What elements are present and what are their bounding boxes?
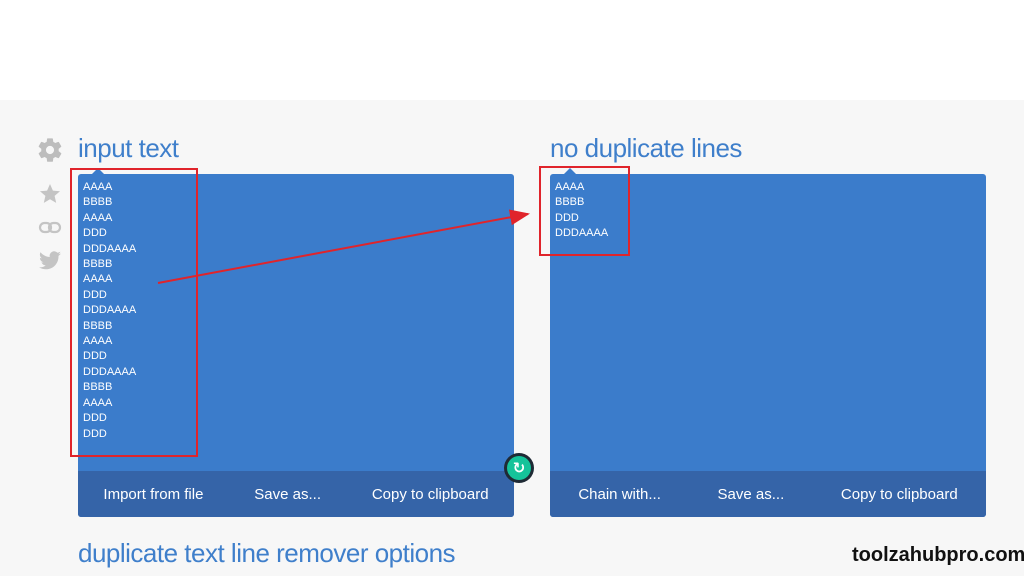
options-heading: duplicate text line remover options (78, 538, 456, 568)
input-title: input text (78, 133, 179, 163)
twitter-icon[interactable] (36, 250, 64, 272)
input-save-as-button[interactable]: Save as... (248, 486, 327, 503)
input-highlight-box (70, 168, 198, 457)
grammarly-icon[interactable]: ↻ (504, 453, 534, 483)
output-save-as-button[interactable]: Save as... (712, 486, 791, 503)
import-from-file-button[interactable]: Import from file (97, 486, 209, 503)
link-icon[interactable] (36, 218, 64, 238)
gear-icon[interactable] (36, 136, 64, 164)
star-icon[interactable] (36, 182, 64, 206)
output-title: no duplicate lines (550, 133, 742, 163)
output-copy-button[interactable]: Copy to clipboard (835, 486, 964, 503)
input-copy-button[interactable]: Copy to clipboard (366, 486, 495, 503)
top-blank-area (0, 0, 1024, 100)
input-toolbar: Import from file Save as... Copy to clip… (78, 471, 514, 517)
output-toolbar: Chain with... Save as... Copy to clipboa… (550, 471, 986, 517)
output-highlight-box (539, 166, 630, 256)
watermark-text: toolzahubpro.com (852, 544, 1024, 566)
chain-with-button[interactable]: Chain with... (572, 486, 667, 503)
